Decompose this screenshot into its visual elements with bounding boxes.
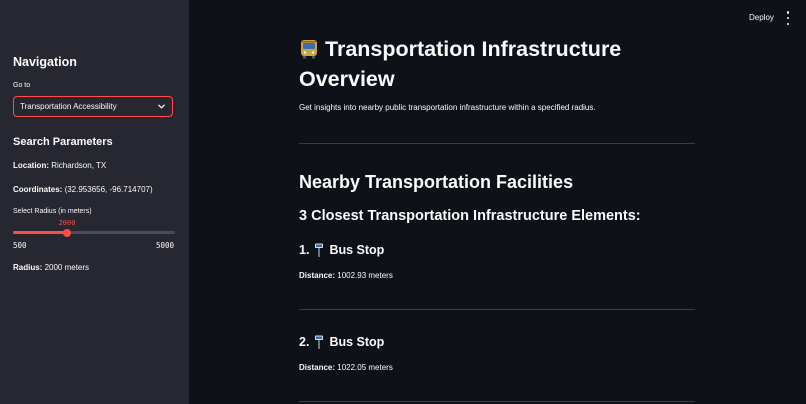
section-heading: Nearby Transportation Facilities (299, 172, 574, 192)
subsection-heading: 3 Closest Transportation Infrastructure … (299, 208, 641, 224)
radius-slider[interactable] (13, 228, 175, 237)
goto-select[interactable]: Transportation Accessibility (13, 96, 173, 117)
radius-slider-fill (13, 231, 67, 234)
page-title-text: Transportation Infrastructure Overview (299, 37, 622, 91)
location-value: Richardson, TX (49, 161, 107, 170)
bus-icon (301, 40, 317, 59)
location-label: Location: (13, 161, 49, 170)
facility-item-title: 1. Bus Stop (299, 243, 384, 257)
radius-value: 2000 meters (42, 263, 90, 272)
distance-label: Distance: (299, 271, 336, 280)
sidebar: Navigation Go to Transportation Accessib… (0, 0, 189, 404)
page-description: Get insights into nearby public transpor… (299, 103, 596, 112)
radius-slider-min: 500 (13, 241, 27, 250)
coordinates-value: (32.953656, -96.714707) (62, 185, 153, 194)
radius-slider-label: Select Radius (in meters) (13, 208, 92, 215)
radius-slider-max: 5000 (156, 241, 175, 250)
facility-name: Bus Stop (329, 335, 385, 349)
divider (299, 309, 695, 310)
more-options-icon[interactable] (783, 11, 793, 25)
app: Navigation Go to Transportation Accessib… (0, 0, 806, 404)
distance-value: 1022.05 meters (335, 363, 393, 372)
radius-label: Radius: (13, 263, 43, 272)
chevron-down-icon (158, 104, 165, 109)
facility-index: 2. (299, 335, 310, 349)
deploy-button[interactable]: Deploy (749, 13, 774, 22)
divider (299, 401, 695, 402)
bus-stop-icon (315, 243, 324, 257)
coordinates-label: Coordinates: (13, 185, 63, 194)
distance-label: Distance: (299, 363, 336, 372)
radius-slider-thumb[interactable] (63, 228, 71, 237)
location-line: Location: Richardson, TX (13, 161, 106, 170)
goto-select-value: Transportation Accessibility (20, 102, 117, 111)
navigation-heading: Navigation (13, 55, 77, 69)
radius-line: Radius: 2000 meters (13, 263, 89, 272)
page-title: Transportation Infrastructure Overview (299, 34, 689, 94)
facility-distance: Distance: 1002.93 meters (299, 271, 393, 280)
radius-slider-value: 2000 (58, 219, 76, 227)
facility-name: Bus Stop (329, 243, 385, 257)
facility-distance: Distance: 1022.05 meters (299, 363, 393, 372)
bus-stop-icon (315, 335, 324, 349)
divider (299, 143, 695, 144)
goto-label: Go to (13, 82, 31, 89)
distance-value: 1002.93 meters (335, 271, 393, 280)
coordinates-line: Coordinates: (32.953656, -96.714707) (13, 185, 153, 194)
facility-index: 1. (299, 243, 310, 257)
facility-item-title: 2. Bus Stop (299, 335, 384, 349)
search-parameters-heading: Search Parameters (13, 136, 113, 148)
